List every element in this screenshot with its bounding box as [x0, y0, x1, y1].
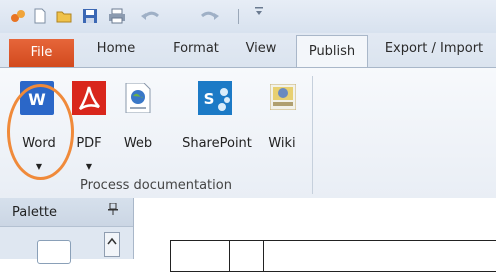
sharepoint-icon: S [198, 81, 232, 118]
palette-header: Palette [0, 198, 133, 227]
swimlane-shape[interactable] [170, 240, 496, 272]
tab-home[interactable]: Home [88, 33, 144, 67]
palette-shape-item[interactable] [37, 240, 71, 264]
redo-icon[interactable] [198, 8, 220, 24]
pin-icon[interactable] [108, 202, 118, 218]
tab-file[interactable]: File [9, 39, 74, 67]
undo-icon[interactable] [140, 8, 162, 24]
print-icon[interactable] [108, 8, 125, 24]
highlight-circle [7, 84, 74, 180]
app-icon [10, 8, 26, 24]
web-icon [124, 82, 152, 116]
shape-divider [263, 241, 264, 271]
open-folder-icon[interactable] [56, 8, 72, 24]
palette-title: Palette [12, 205, 58, 220]
sharepoint-button[interactable]: S SharePoint [178, 76, 256, 176]
wiki-label: Wiki [268, 136, 296, 151]
wiki-icon [269, 83, 297, 113]
shape-divider [229, 241, 230, 271]
tab-export-import[interactable]: Export / Import [378, 33, 490, 67]
save-icon[interactable] [82, 8, 98, 24]
new-document-icon[interactable] [32, 8, 48, 24]
ribbon-tabs: File Home Format View Publish Export / I… [0, 33, 496, 69]
pdf-dropdown-icon[interactable]: ▼ [66, 162, 112, 171]
palette-pane: Palette [0, 198, 134, 264]
group-separator [312, 76, 313, 194]
toolbar-separator [238, 9, 239, 24]
tab-view[interactable]: View [241, 33, 281, 67]
diagram-canvas[interactable] [134, 198, 496, 272]
sharepoint-label: SharePoint [182, 136, 252, 151]
web-button[interactable]: Web [118, 76, 158, 176]
ribbon-publish-panel: W Word ▼ PDF ▼ Web S SharePoint Wiki Pro… [0, 67, 496, 199]
web-label: Web [123, 136, 153, 151]
svg-text:S: S [204, 90, 215, 108]
wiki-button[interactable]: Wiki [262, 76, 302, 176]
group-label-process-documentation: Process documentation [80, 178, 232, 193]
title-bar [0, 0, 496, 33]
customize-toolbar-icon[interactable] [254, 6, 264, 19]
tab-publish[interactable]: Publish [296, 35, 368, 69]
tab-format[interactable]: Format [168, 33, 224, 67]
scroll-up-button[interactable] [104, 232, 120, 257]
pdf-icon [72, 81, 106, 118]
